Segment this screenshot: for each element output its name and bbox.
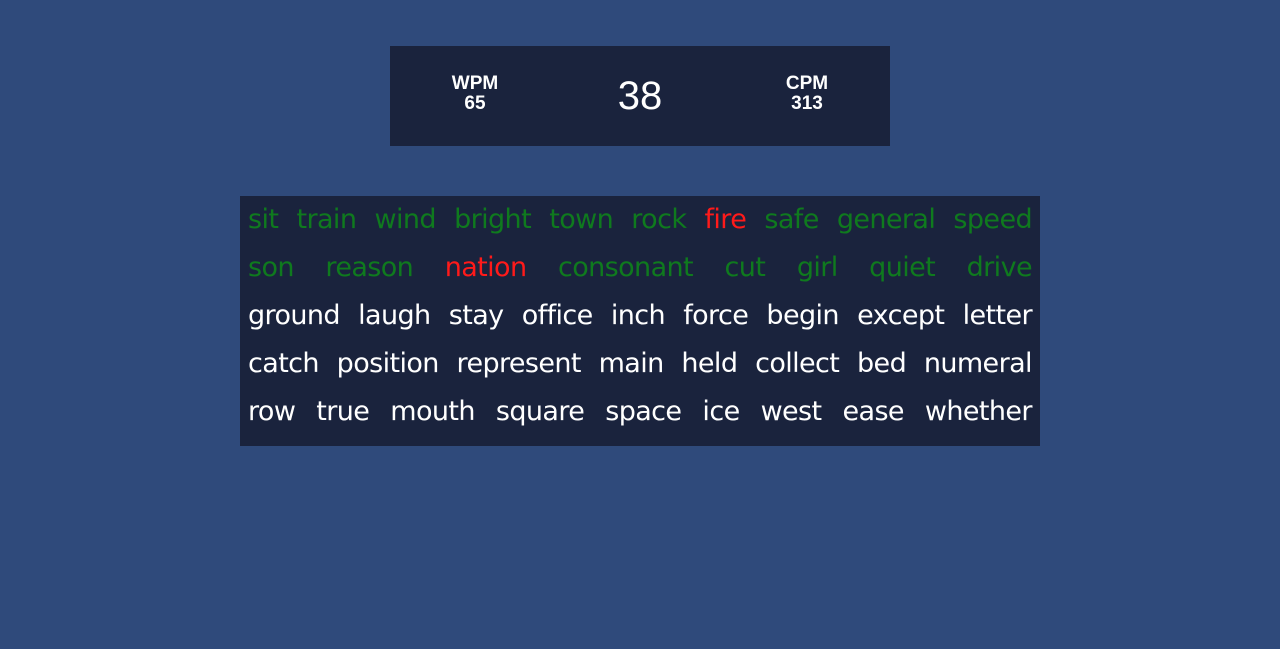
word-pending: mouth	[390, 396, 475, 427]
word-line: sit train wind bright town rock fire safe genera…	[248, 196, 1033, 244]
word-correct: speed	[953, 204, 1032, 235]
word-pending: whether	[924, 396, 1033, 427]
cpm-value: 313	[791, 93, 823, 114]
word-incorrect: fire	[704, 204, 747, 235]
countdown-timer: 38	[617, 74, 663, 118]
word-line: son reason nation consonant cut girl quiet driv…	[248, 244, 1033, 292]
word-correct: wind	[374, 204, 437, 235]
word-incorrect: nation	[444, 252, 527, 283]
word-pending: represent	[456, 348, 582, 379]
word-pending: west	[760, 396, 823, 427]
word-correct: town	[549, 204, 614, 235]
word-correct: safe	[764, 204, 819, 235]
word-pending: inch	[610, 300, 666, 331]
word-pending: ground	[248, 300, 341, 331]
word-correct: girl	[796, 252, 838, 283]
word-pending: position	[336, 348, 440, 379]
word-line: row true mouth square space ice west ease whethe…	[248, 388, 1033, 436]
word-pending: ice	[702, 396, 740, 427]
word-line: catch position represent main held collect bed…	[248, 340, 1033, 388]
word-correct: sit	[248, 204, 279, 235]
word-display: sit train wind bright town rock fire safe genera…	[240, 196, 1040, 446]
word-correct: train	[296, 204, 357, 235]
word-correct: reason	[325, 252, 414, 283]
wpm-stat: WPM 65	[415, 74, 535, 114]
word-pending: stay	[448, 300, 504, 331]
word-pending: ease	[842, 396, 904, 427]
word-pending: catch	[248, 348, 320, 379]
word-pending: row	[248, 396, 296, 427]
word-line: ground laugh stay office inch force begin excep…	[248, 292, 1033, 340]
word-pending: letter	[962, 300, 1033, 331]
cpm-label: CPM	[785, 73, 829, 94]
word-pending: numeral	[923, 348, 1033, 379]
word-correct: bright	[454, 204, 532, 235]
word-pending: collect	[755, 348, 840, 379]
word-correct: quiet	[869, 252, 936, 283]
word-correct: rock	[631, 204, 687, 235]
word-pending: true	[316, 396, 370, 427]
word-pending: office	[521, 300, 593, 331]
word-pending: square	[495, 396, 585, 427]
wpm-label: WPM	[451, 73, 499, 94]
word-pending: bed	[857, 348, 907, 379]
word-correct: consonant	[558, 252, 694, 283]
word-pending: begin	[766, 300, 839, 331]
word-correct: son	[248, 252, 295, 283]
word-pending: laugh	[358, 300, 431, 331]
stats-panel: WPM 65 38 CPM 313	[390, 46, 890, 146]
word-correct: general	[836, 204, 936, 235]
wpm-value: 65	[464, 93, 486, 114]
word-correct: cut	[724, 252, 766, 283]
word-correct: drive	[966, 252, 1033, 283]
word-pending: held	[681, 348, 738, 379]
word-pending: except	[857, 300, 945, 331]
word-pending: force	[683, 300, 749, 331]
word-pending: space	[605, 396, 682, 427]
word-pending: main	[598, 348, 665, 379]
cpm-stat: CPM 313	[747, 74, 867, 114]
